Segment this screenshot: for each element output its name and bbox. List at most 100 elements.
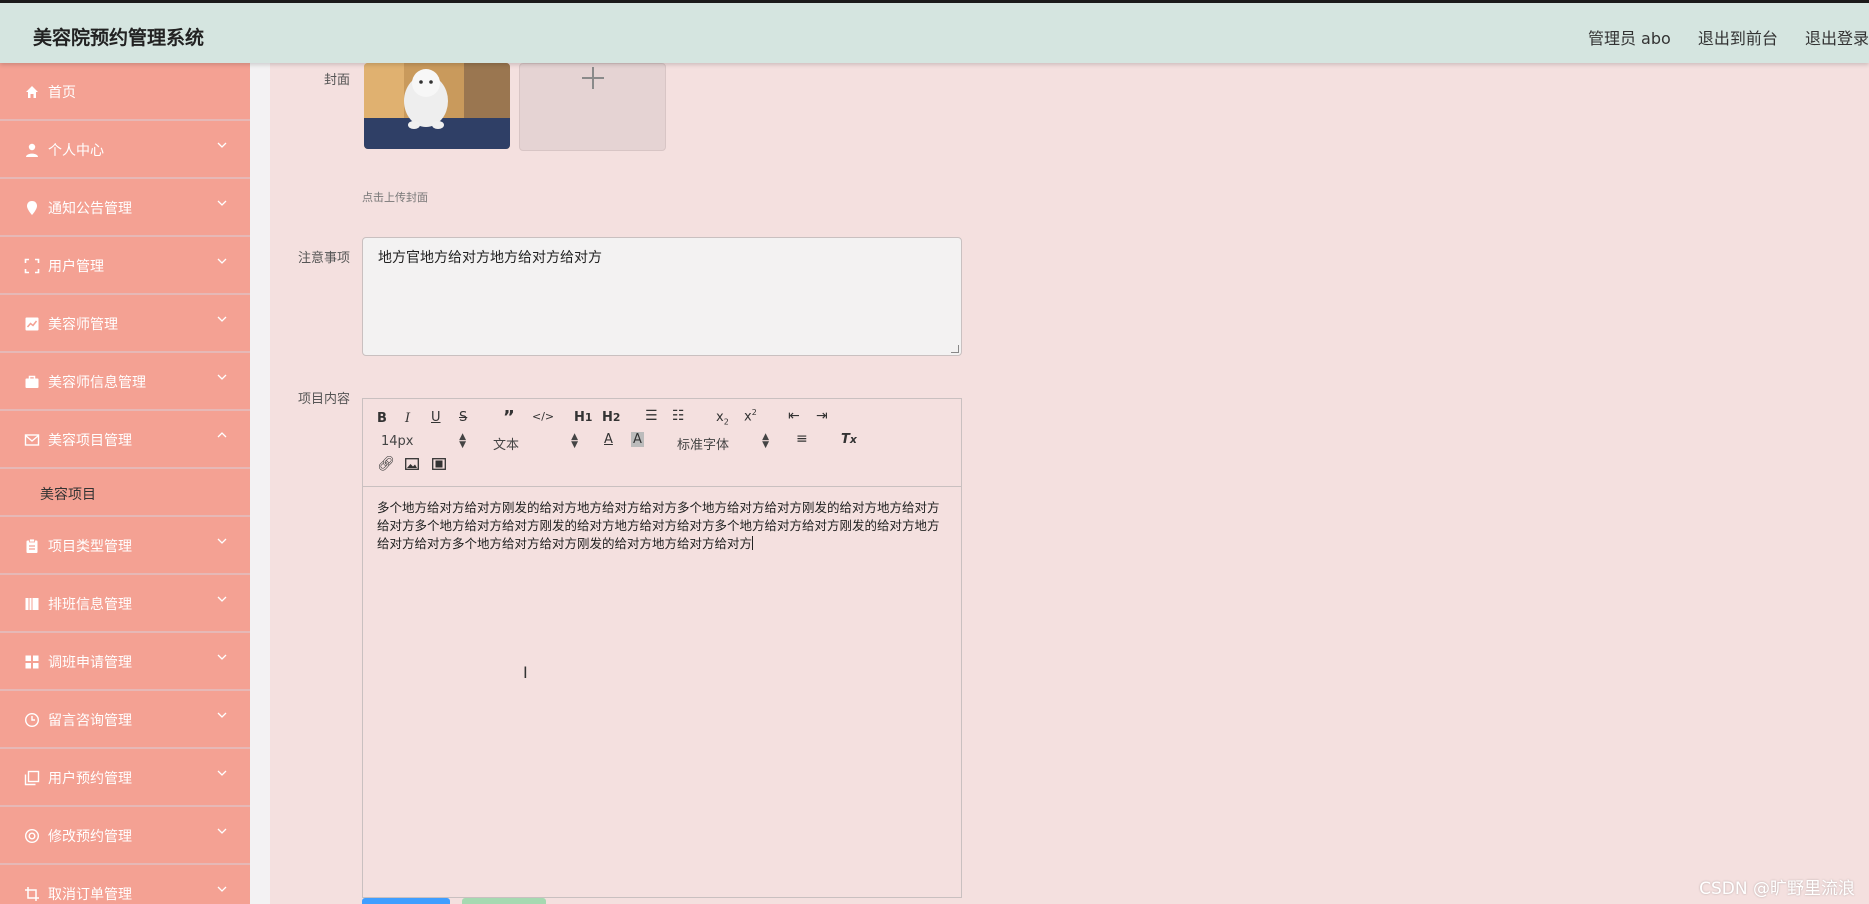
sidebar-item-label: 个人中心 [48,143,104,159]
sidebar-item-label: 调班申请管理 [48,655,132,671]
chevron-down-icon [217,316,227,322]
blockquote-icon[interactable]: ” [503,407,515,428]
underline-icon[interactable]: U [431,410,441,425]
bullet-list-icon[interactable]: ☷ [672,408,685,424]
home-icon [26,86,38,98]
chevron-down-icon [217,374,227,380]
sidebar-item-project-types[interactable]: 项目类型管理 [0,517,250,575]
notes-value: 地方官地方给对方地方给对方给对方 [378,250,602,266]
editor-content[interactable]: 多个地方给对方给对方刚发的给对方地方给对方给对方多个地方给对方给对方刚发的给对方… [377,499,947,553]
link-icon[interactable]: 🔗︎ [377,456,395,472]
image-icon[interactable] [405,458,419,470]
code-icon[interactable]: </> [532,410,554,423]
chevron-up-icon [217,432,227,438]
logout-link[interactable]: 退出登录 [1805,29,1869,48]
chevron-down-icon [217,596,227,602]
h1-icon[interactable]: H1 [574,410,592,425]
sidebar-item-label: 取消订单管理 [48,887,132,903]
superscript-icon[interactable]: x2 [744,408,757,424]
strikethrough-icon[interactable]: S [459,410,467,425]
block-type-select[interactable]: 文本 ▲ ▼ [493,433,578,454]
cover-thumbnail[interactable] [364,63,510,149]
bold-icon[interactable]: B [377,411,387,426]
indent-icon[interactable]: ⇥ [816,408,828,424]
sidebar-item-label: 项目类型管理 [48,539,132,555]
sidebar-item-home[interactable]: 首页 [0,63,250,121]
sidebar-item-label: 美容项目管理 [48,433,132,449]
content-label: 项目内容 [297,392,350,407]
sidebar-item-beauty-projects[interactable]: 美容项目管理 [0,411,250,469]
submit-button[interactable] [362,898,450,904]
lifebuoy-icon [24,828,40,844]
sidebar-item-label: 修改预约管理 [48,829,132,845]
clipboard-icon [26,538,38,553]
resize-handle-icon[interactable] [951,345,959,353]
sidebar-gutter [250,63,270,904]
back-to-front-link[interactable]: 退出到前台 [1698,29,1778,48]
h2-icon[interactable]: H2 [602,410,620,425]
clear-format-icon[interactable]: Tx [841,432,857,447]
sidebar-item-label: 用户预约管理 [48,771,132,787]
top-bar: 美容院预约管理系统 管理员 abo 退出到前台 退出登录 [0,0,1869,63]
chart-icon [25,317,39,331]
sidebar-item-label: 排班信息管理 [48,597,132,613]
crop-icon [25,887,39,901]
text-caret [752,536,754,550]
chevron-down-icon [217,770,227,776]
sidebar-item-notices[interactable]: 通知公告管理 [0,179,250,237]
top-right-links: 管理员 abo 退出到前台 退出登录 [1566,25,1869,49]
briefcase-icon [25,375,39,388]
font-family-value: 标准字体 [677,438,730,453]
cover-upload-button[interactable] [519,63,666,151]
sidebar-item-beautician-info[interactable]: 美容师信息管理 [0,353,250,411]
sidebar-item-label: 美容师管理 [48,317,118,333]
subscript-icon[interactable]: x2 [716,410,729,427]
sidebar-item-label: 用户管理 [48,259,104,275]
sidebar-subitem-label: 美容项目 [40,487,96,503]
sidebar-subitem-beauty-project[interactable]: 美容项目 [0,469,250,517]
chevron-down-icon [217,712,227,718]
chevron-down-icon [217,654,227,660]
chevron-down-icon [217,258,227,264]
select-arrow-icon: ▲ ▼ [762,432,769,450]
sidebar-item-schedules[interactable]: 排班信息管理 [0,575,250,633]
sidebar-item-users[interactable]: 用户管理 [0,237,250,295]
sidebar-item-label: 留言咨询管理 [48,713,132,729]
sidebar-item-cancel-orders[interactable]: 取消订单管理 [0,865,250,904]
sidebar-item-label: 通知公告管理 [48,201,132,217]
block-type-value: 文本 [493,438,520,453]
font-color-icon[interactable]: A [604,432,613,447]
outdent-icon[interactable]: ⇤ [788,408,800,424]
font-family-select[interactable]: 标准字体 ▲ ▼ [677,432,769,454]
cover-hint: 点击上传封面 [362,191,428,204]
text-cursor-icon: I [523,663,528,682]
grid-icon [25,655,39,669]
ordered-list-icon[interactable]: ☰ [645,408,658,424]
clock-icon [24,712,40,728]
video-icon[interactable] [432,458,446,470]
align-icon[interactable]: ≡ [796,431,808,447]
background-color-icon[interactable]: A [631,432,644,447]
cancel-button[interactable] [462,898,546,904]
sidebar-item-user-bookings[interactable]: 用户预约管理 [0,749,250,807]
sidebar-item-modify-bookings[interactable]: 修改预约管理 [0,807,250,865]
sidebar-item-beauticians[interactable]: 美容师管理 [0,295,250,353]
book-icon [25,598,39,610]
sidebar-item-consultations[interactable]: 留言咨询管理 [0,691,250,749]
fullscreen-icon [24,258,40,274]
admin-label: 管理员 abo [1587,29,1671,48]
sidebar-item-shift-requests[interactable]: 调班申请管理 [0,633,250,691]
sidebar-item-profile[interactable]: 个人中心 [0,121,250,179]
font-size-select[interactable]: 14px ▲ ▼ [381,433,466,450]
rich-text-editor: B I U S ” </> H1 H2 ☰ ☷ x2 x2 ⇤ ⇥ 14px ▲… [362,398,962,898]
chevron-down-icon [217,538,227,544]
italic-icon[interactable]: I [405,411,410,426]
mail-icon [24,434,40,446]
font-size-value: 14px [381,434,414,449]
sidebar-item-label: 首页 [48,85,76,101]
cover-label: 封面 [323,73,350,88]
chevron-down-icon [217,142,227,148]
notes-textarea[interactable]: 地方官地方给对方地方给对方给对方 [362,237,962,356]
copy-icon [24,770,40,786]
user-icon [26,143,38,157]
